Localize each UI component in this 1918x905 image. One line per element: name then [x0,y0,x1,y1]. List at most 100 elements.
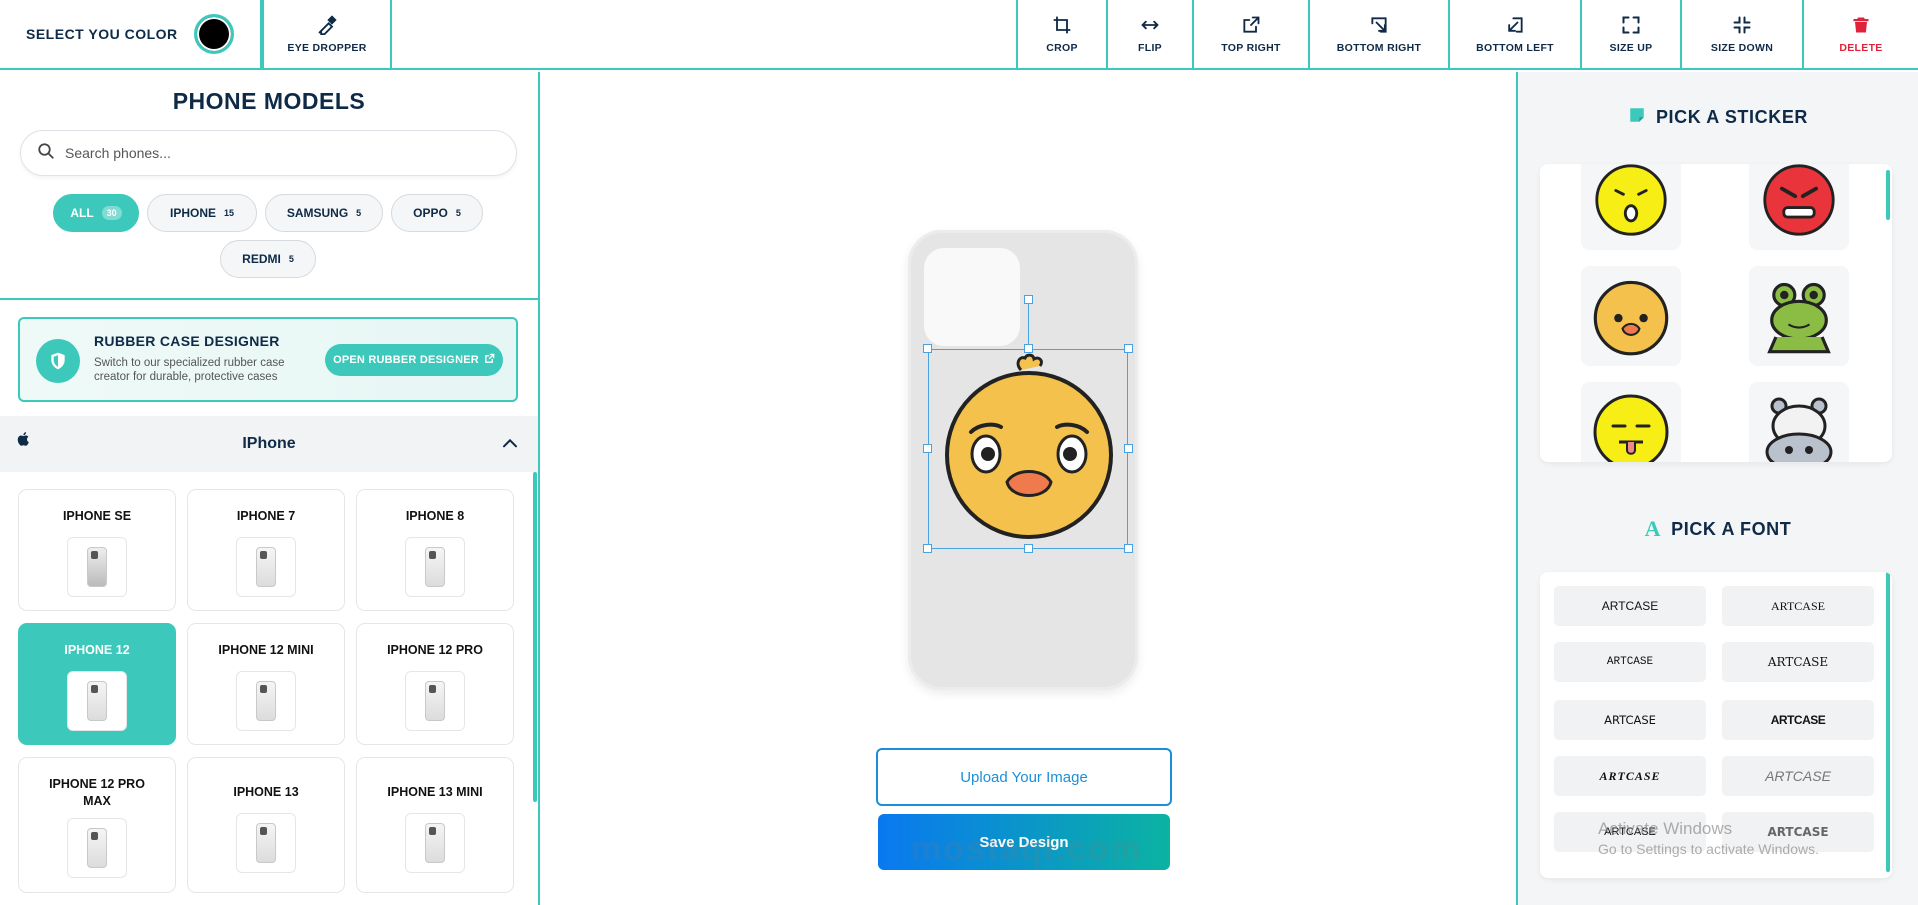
filter-label: SAMSUNG [286,206,349,220]
flip-icon [1139,14,1161,36]
model-card-iphone-12[interactable]: IPHONE 12 [18,623,176,745]
chevron-up-icon[interactable] [502,436,518,454]
expand-icon [1620,14,1642,36]
filter-count: 5 [356,208,362,218]
sticker-chick-face[interactable] [1581,266,1681,366]
rotate-handle[interactable] [1024,295,1033,304]
phone-image-icon [87,828,107,868]
resize-handle[interactable] [1124,444,1133,453]
resize-handle[interactable] [923,444,932,453]
font-option-7[interactable]: ARTCASE [1554,756,1706,796]
font-letter-icon: A [1644,516,1662,541]
filter-label: REDMI [242,252,281,266]
model-name: IPHONE 12 PRO MAX [49,777,145,808]
model-card-iphone-7[interactable]: IPHONE 7 [187,489,345,611]
model-thumbnail [405,813,465,873]
model-card-iphone-12-pro-max[interactable]: IPHONE 12 PRO MAX [18,757,176,893]
color-swatch[interactable] [193,14,234,54]
model-card-iphone-13-mini[interactable]: IPHONE 13 MINI [356,757,514,893]
font-option-4[interactable]: ARTCASE [1722,642,1874,682]
resize-handle[interactable] [1024,344,1033,353]
sticker-section-title: PICK A STICKER [1518,106,1918,129]
font-scrollbar[interactable] [1886,572,1890,872]
upload-image-button[interactable]: Upload Your Image [876,748,1172,806]
bottom-right-button[interactable]: BOTTOM RIGHT [1308,0,1448,68]
trash-icon [1850,14,1872,36]
model-card-iphone-se[interactable]: IPHONE SE [18,489,176,611]
phone-image-icon [425,823,445,863]
flip-button[interactable]: FLIP [1106,0,1192,68]
filter-label: ALL [70,206,94,220]
resize-handle[interactable] [1024,544,1033,553]
size-up-button[interactable]: SIZE UP [1580,0,1680,68]
bottom-left-label: BOTTOM LEFT [1476,42,1554,54]
search-input[interactable] [65,145,465,161]
model-thumbnail [405,671,465,731]
external-link-icon [1240,14,1262,36]
font-option-8[interactable]: ARTCASE [1722,756,1874,796]
model-card-iphone-12-pro[interactable]: IPHONE 12 PRO [356,623,514,745]
activate-title: Activate Windows [1598,819,1733,838]
resize-handle[interactable] [923,544,932,553]
eye-dropper-button[interactable]: EYE DROPPER [262,0,392,68]
filter-chip-oppo[interactable]: OPPO 5 [391,194,483,232]
model-name: IPHONE 12 [64,643,130,657]
resize-handle[interactable] [1124,544,1133,553]
open-rubber-designer-button[interactable]: OPEN RUBBER DESIGNER [325,344,503,376]
model-name: IPHONE 8 [405,509,465,523]
chick-sticker-image [945,353,1113,539]
phone-image-icon [87,547,107,587]
font-option-2[interactable]: ARTCASE [1722,586,1874,626]
sticker-title-text: PICK A STICKER [1655,107,1809,127]
model-thumbnail [236,537,296,597]
font-option-1[interactable]: ARTCASE [1554,586,1706,626]
toolbar: SELECT YOU COLOR EYE DROPPER CROP FLIP T… [0,0,1918,70]
sticker-angry-emoji[interactable] [1749,164,1849,250]
top-right-button[interactable]: TOP RIGHT [1192,0,1308,68]
resize-handle[interactable] [923,344,932,353]
sticker-frog[interactable] [1749,266,1849,366]
sticker-tongue-emoji[interactable] [1581,382,1681,462]
delete-button[interactable]: DELETE [1802,0,1918,68]
phone-image-icon [87,681,107,721]
resize-handle[interactable] [1124,344,1133,353]
external-link-icon [484,353,495,367]
model-card-iphone-12-mini[interactable]: IPHONE 12 MINI [187,623,345,745]
sticker-scrollbar[interactable] [1886,170,1890,220]
sticker-grid [1540,164,1892,462]
compress-icon [1731,14,1753,36]
model-thumbnail [67,671,127,731]
model-name: IPHONE 12 MINI [218,643,314,657]
sticker-hippo[interactable] [1749,382,1849,462]
models-scrollbar[interactable] [533,472,537,802]
phone-image-icon [256,681,276,721]
font-title-text: PICK A FONT [1671,518,1792,539]
model-thumbnail [405,537,465,597]
font-option-3[interactable]: ARTCASE [1554,642,1706,682]
font-option-6[interactable]: ARTCASE [1722,700,1874,740]
hippo-icon [1765,397,1833,462]
model-card-iphone-13[interactable]: IPHONE 13 [187,757,345,893]
arrow-bottom-left-icon [1504,14,1526,36]
rubber-description: Switch to our specialized rubber case cr… [94,357,285,383]
model-card-iphone-8[interactable]: IPHONE 8 [356,489,514,611]
font-option-5[interactable]: ARTCASE [1554,700,1706,740]
shocked-emoji-icon [1595,164,1667,236]
filter-count: 30 [101,206,122,220]
bottom-left-button[interactable]: BOTTOM LEFT [1448,0,1580,68]
arrow-bottom-right-icon [1368,14,1390,36]
design-canvas: Upload Your Image Save Design mostaql.co… [542,72,1514,905]
selected-sticker[interactable] [928,349,1128,549]
iphone-group-header[interactable]: IPhone [0,416,538,472]
filter-chip-samsung[interactable]: SAMSUNG 5 [265,194,383,232]
assets-panel: PICK A STICKER A PICK A FONT ARTCASE ART… [1516,72,1918,905]
model-thumbnail [236,813,296,873]
size-down-button[interactable]: SIZE DOWN [1680,0,1802,68]
filter-chip-all[interactable]: ALL 30 [53,194,139,232]
model-thumbnail [236,671,296,731]
filter-chip-redmi[interactable]: REDMI 5 [220,240,316,278]
model-name: IPHONE SE [62,509,132,523]
sticker-shocked-emoji[interactable] [1581,164,1681,250]
filter-chip-iphone[interactable]: IPHONE 15 [147,194,257,232]
crop-button[interactable]: CROP [1016,0,1106,68]
